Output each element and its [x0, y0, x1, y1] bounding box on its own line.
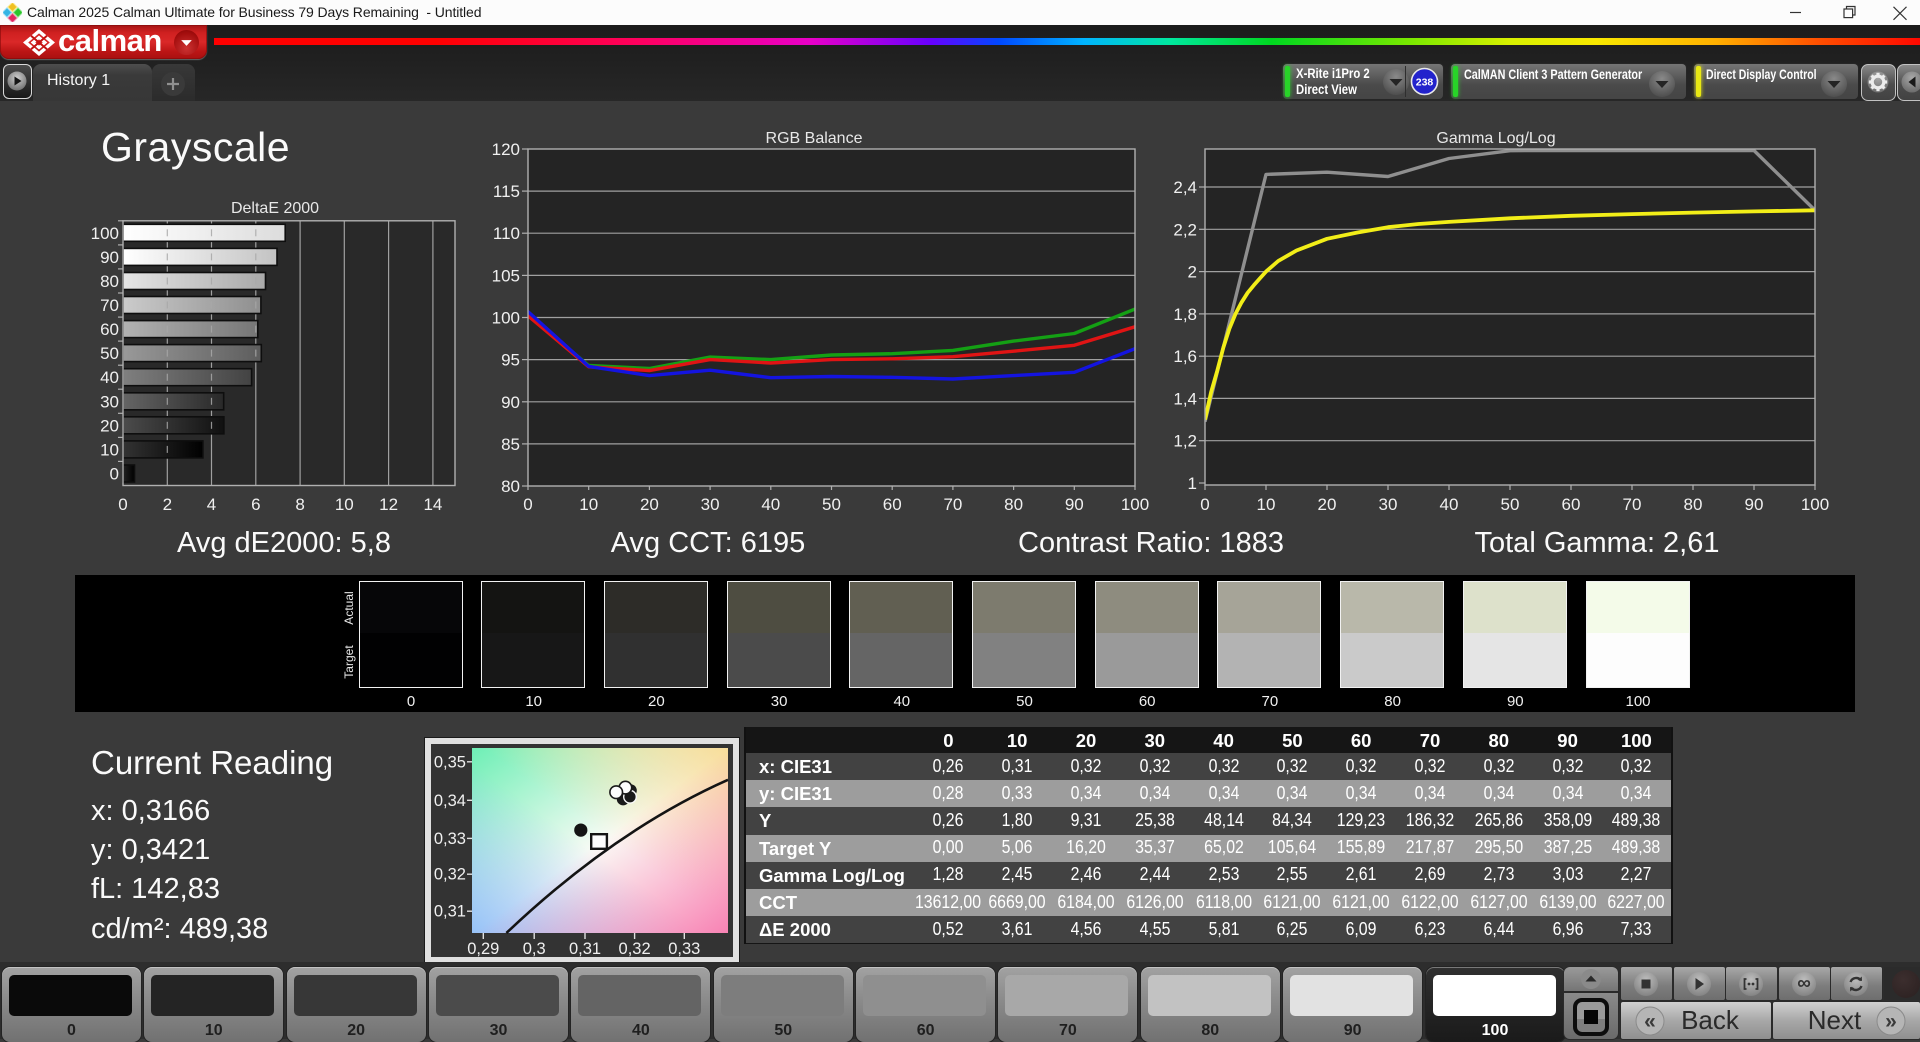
svg-text:1: 1 [1188, 474, 1197, 493]
svg-text:Gamma Log/Log: Gamma Log/Log [1436, 130, 1555, 147]
svg-text:100: 100 [1121, 495, 1149, 514]
svg-text:30: 30 [1379, 495, 1398, 514]
svg-text:8: 8 [295, 495, 304, 514]
svg-text:80: 80 [1684, 495, 1703, 514]
svg-text:0: 0 [110, 465, 119, 484]
svg-text:10: 10 [579, 495, 598, 514]
svg-text:100: 100 [492, 309, 520, 328]
svg-text:0,33: 0,33 [434, 830, 466, 848]
svg-text:50: 50 [1501, 495, 1520, 514]
svg-text:90: 90 [1065, 495, 1084, 514]
svg-text:90: 90 [100, 248, 119, 267]
svg-text:105: 105 [492, 266, 520, 285]
svg-text:0,3: 0,3 [523, 940, 546, 958]
svg-text:50: 50 [822, 495, 841, 514]
svg-text:1,6: 1,6 [1173, 347, 1197, 366]
svg-text:80: 80 [501, 477, 520, 496]
svg-text:70: 70 [943, 495, 962, 514]
svg-text:40: 40 [761, 495, 780, 514]
svg-text:80: 80 [1004, 495, 1023, 514]
svg-text:0,32: 0,32 [619, 940, 651, 958]
svg-text:«: « [1644, 1010, 1656, 1033]
svg-text:85: 85 [501, 435, 520, 454]
svg-text:60: 60 [1562, 495, 1581, 514]
svg-text:2,4: 2,4 [1173, 178, 1197, 197]
svg-text:95: 95 [501, 351, 520, 370]
svg-text:0,31: 0,31 [434, 903, 466, 921]
svg-text:0,31: 0,31 [569, 940, 601, 958]
svg-text:1,4: 1,4 [1173, 389, 1197, 408]
svg-text:2,2: 2,2 [1173, 220, 1197, 239]
svg-text:12: 12 [379, 495, 398, 514]
svg-text:80: 80 [100, 272, 119, 291]
svg-text:1,8: 1,8 [1173, 305, 1197, 324]
svg-text:110: 110 [493, 224, 520, 243]
svg-text:2: 2 [1188, 263, 1197, 282]
svg-text:0,34: 0,34 [434, 792, 466, 810]
svg-text:∞: ∞ [1797, 973, 1811, 994]
svg-text:60: 60 [100, 320, 119, 339]
svg-text:0: 0 [1200, 495, 1209, 514]
svg-text:30: 30 [100, 392, 119, 411]
svg-text:2: 2 [163, 495, 172, 514]
svg-text:30: 30 [701, 495, 720, 514]
svg-text:238: 238 [1416, 77, 1434, 89]
svg-text:0: 0 [118, 495, 127, 514]
svg-text:70: 70 [1623, 495, 1642, 514]
svg-text:60: 60 [883, 495, 902, 514]
svg-text:0,32: 0,32 [434, 866, 466, 884]
svg-text:120: 120 [492, 140, 520, 159]
svg-text:90: 90 [501, 393, 520, 412]
svg-text:»: » [1885, 1010, 1897, 1033]
svg-text:20: 20 [1318, 495, 1337, 514]
svg-text:10: 10 [1257, 495, 1276, 514]
svg-text:1,2: 1,2 [1173, 432, 1197, 451]
svg-text:10: 10 [100, 440, 119, 459]
svg-text:40: 40 [1440, 495, 1459, 514]
svg-text:0,29: 0,29 [467, 940, 499, 958]
svg-text:0,35: 0,35 [434, 753, 466, 771]
svg-text:40: 40 [100, 368, 119, 387]
svg-text:100: 100 [1801, 495, 1829, 514]
svg-text:14: 14 [423, 495, 442, 514]
svg-text:4: 4 [207, 495, 216, 514]
svg-text:10: 10 [335, 495, 354, 514]
svg-text:20: 20 [100, 416, 119, 435]
svg-text:0,33: 0,33 [668, 940, 700, 958]
svg-text:70: 70 [100, 296, 119, 315]
svg-text:6: 6 [251, 495, 260, 514]
svg-text:90: 90 [1745, 495, 1764, 514]
svg-text:50: 50 [100, 344, 119, 363]
svg-text:20: 20 [640, 495, 659, 514]
svg-text:RGB Balance: RGB Balance [766, 130, 863, 147]
svg-text:115: 115 [493, 182, 520, 201]
svg-text:DeltaE 2000: DeltaE 2000 [231, 200, 319, 217]
svg-text:100: 100 [91, 224, 119, 243]
svg-text:0: 0 [523, 495, 532, 514]
